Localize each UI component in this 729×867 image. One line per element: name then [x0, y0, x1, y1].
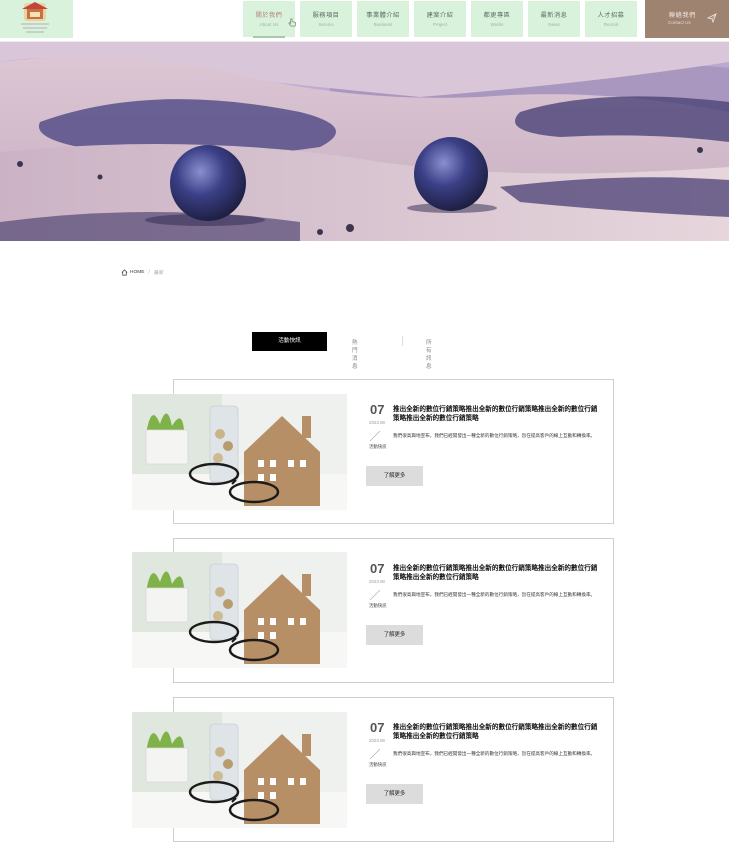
- news-title[interactable]: 推出全新的數位行銷策略推出全新的數位行銷策略推出全新的數位行銷策略推出全新的數位…: [393, 564, 598, 583]
- news-year-month: 2023.08: [369, 579, 385, 584]
- news-day: 07: [370, 720, 385, 735]
- nav-label-en: Business: [373, 22, 393, 27]
- hero-banner: [0, 42, 729, 241]
- logo-emblem: [21, 2, 49, 33]
- home-icon[interactable]: [121, 268, 128, 276]
- hero-desert-image: [0, 42, 729, 241]
- nav-item-business[interactable]: 事業體介紹 Business: [357, 1, 409, 37]
- slash-divider: [369, 748, 381, 760]
- breadcrumb-current: 最新: [154, 270, 164, 276]
- news-day: 07: [370, 402, 385, 417]
- news-title[interactable]: 推出全新的數位行銷策略推出全新的數位行銷策略推出全新的數位行銷策略推出全新的數位…: [393, 723, 598, 742]
- news-thumbnail[interactable]: [132, 712, 347, 828]
- pointer-hand-icon: [288, 18, 297, 27]
- nav-item-recruit[interactable]: 人才招募 Recruit: [585, 1, 637, 37]
- nav-label-zh: 人才招募: [597, 12, 625, 19]
- site-header: 關於我們 About Us 服務項目 Service 事業體介紹 Busines…: [0, 0, 729, 42]
- nav-label-en: Project: [432, 22, 448, 27]
- tab-divider: [402, 336, 403, 346]
- breadcrumb-separator: /: [148, 269, 151, 275]
- slash-divider: [369, 589, 381, 601]
- site-logo[interactable]: [0, 0, 73, 38]
- nav-label-en: Service: [318, 22, 334, 27]
- nav-item-news[interactable]: 最新消息 News: [528, 1, 580, 37]
- news-day: 07: [370, 561, 385, 576]
- read-more-button[interactable]: 了解更多: [366, 784, 423, 804]
- nav-label-en: Recruit: [603, 22, 619, 27]
- paper-plane-icon: [707, 13, 717, 23]
- nav-label-en: News: [548, 22, 560, 27]
- tab-events[interactable]: 活動快訊: [252, 332, 327, 351]
- news-description: 我們很高興地宣布，我們已經開發出一種全新的數位行銷策略，旨在提高客戶的線上互動和…: [393, 434, 596, 439]
- nav-label-zh: 服務項目: [312, 12, 340, 19]
- breadcrumb: HOME / 最新: [121, 268, 164, 276]
- nav-item-service[interactable]: 服務項目 Service: [300, 1, 352, 37]
- news-thumbnail[interactable]: [132, 552, 347, 668]
- contact-label-zh: 聯絡我們: [669, 12, 696, 19]
- news-category: 活動快訊: [369, 445, 387, 450]
- read-more-button[interactable]: 了解更多: [366, 466, 423, 486]
- news-thumbnail[interactable]: [132, 394, 347, 510]
- news-year-month: 2023.08: [369, 738, 385, 743]
- house-money-photo: [132, 552, 347, 668]
- news-category: 活動快訊: [369, 763, 387, 768]
- nav-label-zh: 建案介紹: [426, 12, 454, 19]
- nav-item-project[interactable]: 建案介紹 Project: [414, 1, 466, 37]
- news-description: 我們很高興地宣布，我們已經開發出一種全新的數位行銷策略，旨在提高客戶的線上互動和…: [393, 593, 596, 598]
- news-year-month: 2023.08: [369, 420, 385, 425]
- contact-label-en: Contact Us: [668, 20, 691, 25]
- nav-item-works[interactable]: 都更專區 Works: [471, 1, 523, 37]
- tab-all-news[interactable]: 所有訊息: [426, 338, 432, 370]
- news-category: 活動快訊: [369, 604, 387, 609]
- news-title[interactable]: 推出全新的數位行銷策略推出全新的數位行銷策略推出全新的數位行銷策略推出全新的數位…: [393, 405, 598, 424]
- breadcrumb-home[interactable]: HOME: [130, 270, 144, 275]
- house-money-photo: [132, 394, 347, 510]
- contact-button[interactable]: 聯絡我們 Contact Us: [645, 0, 729, 38]
- nav-label-zh: 事業體介紹: [366, 12, 400, 19]
- nav-label-en: Works: [490, 22, 504, 27]
- slash-divider: [369, 430, 381, 442]
- house-money-photo: [132, 712, 347, 828]
- nav-label-zh: 最新消息: [540, 12, 568, 19]
- news-tabs: 活動快訊 熱門消息 所有訊息: [252, 332, 432, 370]
- read-more-button[interactable]: 了解更多: [366, 625, 423, 645]
- nav-label-zh: 都更專區: [483, 12, 511, 19]
- news-description: 我們很高興地宣布，我們已經開發出一種全新的數位行銷策略，旨在提高客戶的線上互動和…: [393, 752, 596, 757]
- tab-hot-news[interactable]: 熱門消息: [352, 338, 358, 370]
